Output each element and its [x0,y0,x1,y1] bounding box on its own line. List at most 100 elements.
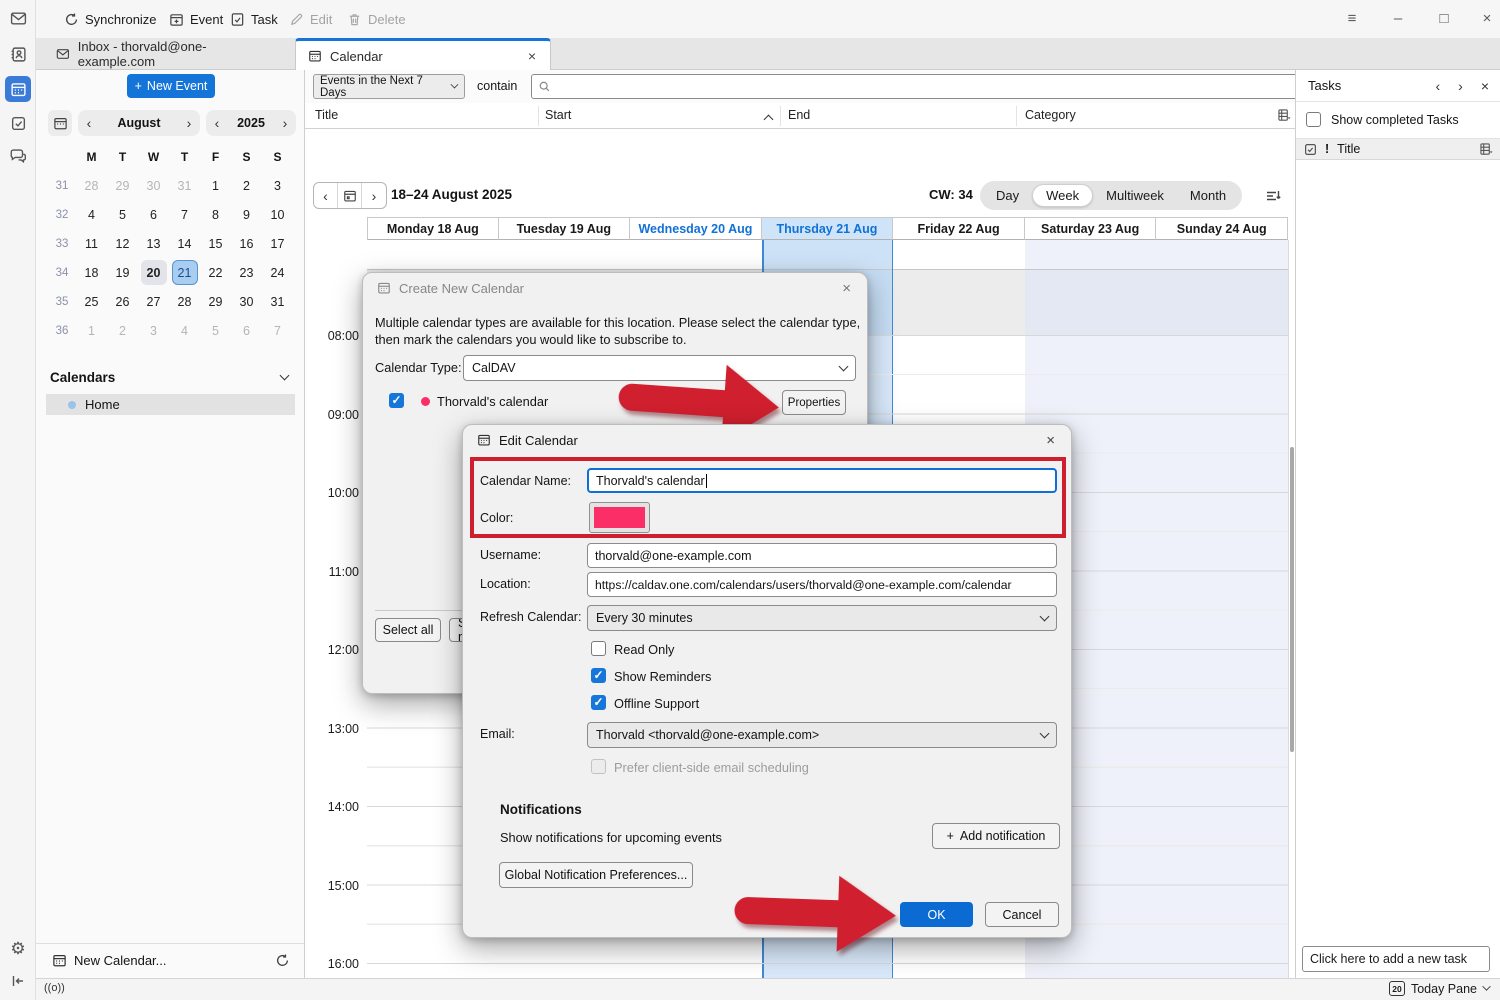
email-dropdown[interactable]: Thorvald <thorvald@one-example.com> [587,722,1057,748]
mini-calendar-day[interactable]: 15 [203,231,229,256]
allday-cell[interactable] [630,240,762,270]
network-status-icon[interactable]: ((o)) [44,982,65,994]
task-column-picker-icon[interactable] [1480,143,1493,156]
mini-calendar-day[interactable]: 23 [234,260,260,285]
mini-calendar-day[interactable]: 7 [172,202,198,227]
mini-calendar-day[interactable]: 29 [203,289,229,314]
minimize-button[interactable]: – [1383,4,1413,32]
allday-cell[interactable] [893,240,1025,270]
mini-calendar-day[interactable]: 19 [110,260,136,285]
tab-inbox[interactable]: Inbox - thorvald@one-example.com [44,38,292,70]
calendars-section-header[interactable]: Calendars [50,370,294,385]
tasks-close-icon[interactable]: × [1472,78,1489,94]
priority-column-label[interactable]: ! [1325,142,1329,156]
view-month[interactable]: Month [1177,185,1239,206]
location-input[interactable]: https://caldav.one.com/calendars/users/t… [587,572,1057,597]
mini-calendar-day[interactable]: 24 [265,260,291,285]
view-multiweek[interactable]: Multiweek [1093,185,1177,206]
offline-support-checkbox[interactable] [591,695,606,710]
new-calendar-button[interactable]: New Calendar... [36,943,304,977]
tab-close-icon[interactable]: × [526,48,538,64]
allday-cell[interactable] [499,240,631,270]
calendar-space-icon[interactable] [5,76,31,102]
day-header[interactable]: Sunday 24 Aug [1156,217,1288,240]
ok-button[interactable]: OK [900,902,973,927]
mini-calendar-day[interactable]: 5 [203,318,229,343]
mini-calendar-day[interactable]: 31 [172,173,198,198]
maximize-button[interactable]: □ [1429,4,1459,32]
global-notification-preferences-button[interactable]: Global Notification Preferences... [499,862,693,888]
edit-dialog-close-icon[interactable]: × [1044,432,1057,449]
window-close-button[interactable]: × [1472,4,1500,32]
mini-calendar-day[interactable]: 3 [265,173,291,198]
mini-calendar-day[interactable]: 2 [110,318,136,343]
mail-icon[interactable] [5,5,31,31]
mini-calendar-day[interactable]: 26 [110,289,136,314]
allday-cell[interactable] [1025,240,1157,270]
mini-calendar-day[interactable]: 18 [79,260,105,285]
app-menu-button[interactable]: ≡ [1337,4,1367,32]
day-header[interactable]: Tuesday 19 Aug [499,217,631,240]
mini-calendar-day[interactable]: 27 [141,289,167,314]
mini-calendar-day[interactable]: 28 [172,289,198,314]
select-all-button[interactable]: Select all [375,618,441,642]
mini-calendar-day[interactable]: 6 [141,202,167,227]
day-header[interactable]: Thursday 21 Aug [762,217,894,240]
subscribe-calendar-checkbox[interactable] [389,393,404,408]
calendar-name-input[interactable]: Thorvald's calendar [587,468,1057,493]
address-book-icon[interactable] [5,41,31,67]
calendar-color-picker[interactable] [589,502,650,533]
chat-icon[interactable] [5,143,31,169]
view-week[interactable]: Week [1032,184,1093,207]
mini-calendar-day[interactable]: 7 [265,318,291,343]
cancel-button[interactable]: Cancel [985,902,1059,927]
mini-calendar-day[interactable]: 30 [141,173,167,198]
task-completed-column-icon[interactable] [1304,143,1317,156]
mini-calendar-day[interactable]: 5 [110,202,136,227]
calendar-list-item-home[interactable]: Home [46,394,295,415]
refresh-interval-dropdown[interactable]: Every 30 minutes [587,605,1057,631]
column-category[interactable]: Category [1025,108,1076,122]
grid-scrollbar-thumb[interactable] [1290,447,1294,752]
mini-calendar-day[interactable]: 28 [79,173,105,198]
mini-calendar-day[interactable]: 22 [203,260,229,285]
prev-year-button[interactable]: ‹ [206,115,228,131]
collapse-sidebar-icon[interactable] [5,968,31,994]
mini-calendar-day[interactable]: 12 [110,231,136,256]
tasks-space-icon[interactable] [5,110,31,136]
show-completed-tasks[interactable]: Show completed Tasks [1306,112,1459,127]
allday-cell[interactable] [1156,240,1288,270]
allday-cell[interactable] [764,240,893,270]
allday-cell[interactable] [367,240,499,270]
mini-calendar-day[interactable]: 17 [265,231,291,256]
mini-calendar-day[interactable]: 21 [172,260,198,285]
sync-calendars-icon[interactable] [275,953,290,968]
mini-calendar-day[interactable]: 3 [141,318,167,343]
day-header[interactable]: Wednesday 20 Aug [630,217,762,240]
mini-calendar-day[interactable]: 1 [203,173,229,198]
previous-week-button[interactable]: ‹ [314,183,338,208]
mini-calendar-day[interactable]: 10 [265,202,291,227]
gear-icon[interactable]: ⚙ [5,936,31,962]
show-completed-checkbox[interactable] [1306,112,1321,127]
mini-calendar-day[interactable]: 1 [79,318,105,343]
mini-calendar-day[interactable]: 31 [265,289,291,314]
mini-calendar-day[interactable]: 6 [234,318,260,343]
mini-calendar-day[interactable]: 14 [172,231,198,256]
task-button[interactable]: Task [224,6,284,32]
add-notification-button[interactable]: + Add notification [932,823,1060,849]
mini-calendar-day[interactable]: 30 [234,289,260,314]
read-only-checkbox[interactable] [591,641,606,656]
task-title-column-label[interactable]: Title [1337,142,1360,156]
mini-calendar-day[interactable]: 9 [234,202,260,227]
mini-calendar-day[interactable]: 4 [172,318,198,343]
day-header[interactable]: Monday 18 Aug [367,217,499,240]
mini-calendar-day[interactable]: 4 [79,202,105,227]
today-pane-toggle[interactable]: 20 Today Pane [1389,981,1490,996]
mini-calendar-day[interactable]: 16 [234,231,260,256]
mini-calendar-day[interactable]: 8 [203,202,229,227]
day-header[interactable]: Friday 22 Aug [893,217,1025,240]
calendar-type-dropdown[interactable]: CalDAV [463,355,856,381]
new-event-button[interactable]: + New Event [127,74,215,98]
mini-calendar-day[interactable]: 13 [141,231,167,256]
